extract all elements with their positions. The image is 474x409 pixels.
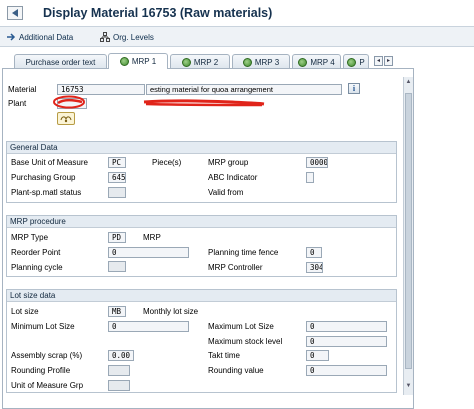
- title-bar: Display Material 16753 (Raw materials): [0, 0, 474, 27]
- base-uom-text: Piece(s): [152, 158, 182, 167]
- plant-label: Plant: [8, 99, 27, 108]
- rounding-profile-label: Rounding Profile: [11, 366, 71, 375]
- back-arrow-icon[interactable]: [7, 6, 23, 20]
- mrp-procedure-group: MRP procedure: [6, 215, 397, 277]
- rounding-value-field[interactable]: 0: [306, 365, 387, 376]
- mrp-controller-field[interactable]: 304: [306, 262, 323, 273]
- group-title: General Data: [7, 142, 396, 154]
- group-title: MRP procedure: [7, 216, 396, 228]
- org-structure-icon: [100, 32, 110, 42]
- max-stock-level-field[interactable]: 0: [306, 336, 387, 347]
- rounding-profile-field[interactable]: [108, 365, 130, 376]
- tab-label: MRP 3: [254, 57, 280, 67]
- tab-strip: Purchase order text MRP 1 MRP 2 MRP 3 MR…: [0, 52, 474, 69]
- max-lot-size-field[interactable]: 0: [306, 321, 387, 332]
- planning-cycle-field[interactable]: [108, 261, 126, 272]
- tab-scroll-right-button[interactable]: ▸: [384, 56, 393, 66]
- org-levels-label: Org. Levels: [113, 32, 154, 42]
- tab-label: P: [359, 57, 365, 67]
- green-ball-icon: [119, 57, 129, 66]
- base-uom-field[interactable]: PC: [108, 157, 126, 168]
- lot-size-text: Monthly lot size: [143, 307, 199, 316]
- additional-data-button[interactable]: Additional Data: [6, 30, 73, 44]
- assembly-scrap-field[interactable]: 0.00: [108, 350, 134, 361]
- tab-mrp-3[interactable]: MRP 3: [232, 54, 290, 69]
- page-title: Display Material 16753 (Raw materials): [43, 6, 273, 20]
- mrp-type-text: MRP: [143, 233, 161, 242]
- tab-label: MRP 2: [193, 57, 219, 67]
- mrp-type-label: MRP Type: [11, 233, 49, 242]
- base-uom-label: Base Unit of Measure: [11, 158, 88, 167]
- plant-sp-status-field[interactable]: [108, 187, 126, 198]
- takt-time-label: Takt time: [208, 351, 241, 360]
- group-title: Lot size data: [7, 290, 396, 302]
- lot-size-field[interactable]: MB: [108, 306, 126, 317]
- green-ball-icon: [181, 57, 191, 67]
- green-ball-icon: [298, 57, 308, 67]
- scrollbar-thumb[interactable]: [405, 93, 412, 369]
- max-stock-level-label: Maximum stock level: [208, 337, 283, 346]
- planning-time-fence-label: Planning time fence: [208, 248, 279, 257]
- mrp-controller-label: MRP Controller: [208, 263, 263, 272]
- takt-time-field[interactable]: 0: [306, 350, 329, 361]
- material-description-field[interactable]: esting material for quoa arrangement: [146, 84, 342, 95]
- abc-indicator-field[interactable]: [306, 172, 314, 183]
- assembly-scrap-label: Assembly scrap (%): [11, 351, 83, 360]
- value-help-icon[interactable]: [57, 112, 75, 125]
- purchasing-group-label: Purchasing Group: [11, 173, 76, 182]
- tab-p-truncated[interactable]: P: [343, 54, 369, 69]
- material-label: Material: [8, 85, 37, 94]
- tab-scroll-left-button[interactable]: ◂: [374, 56, 383, 66]
- uom-group-field[interactable]: [108, 380, 130, 391]
- material-field[interactable]: 16753: [57, 84, 145, 95]
- mrp-group-label: MRP group: [208, 158, 249, 167]
- tab-mrp-4[interactable]: MRP 4: [292, 54, 341, 69]
- tab-label: MRP 1: [131, 57, 157, 66]
- tab-mrp-2[interactable]: MRP 2: [170, 54, 230, 69]
- plant-field[interactable]: [57, 98, 87, 109]
- application-toolbar: Additional Data Org. Levels: [0, 27, 474, 47]
- green-ball-icon: [242, 57, 252, 67]
- min-lot-size-label: Minimum Lot Size: [11, 322, 75, 331]
- lot-size-label: Lot size: [11, 307, 39, 316]
- arrow-right-icon: [7, 33, 16, 41]
- min-lot-size-field[interactable]: 0: [108, 321, 189, 332]
- max-lot-size-label: Maximum Lot Size: [208, 322, 274, 331]
- mrp-type-field[interactable]: PD: [108, 232, 126, 243]
- reorder-point-field[interactable]: 0: [108, 247, 189, 258]
- uom-group-label: Unit of Measure Grp: [11, 381, 84, 390]
- plant-sp-status-label: Plant-sp.matl status: [11, 188, 82, 197]
- info-icon[interactable]: i: [348, 83, 360, 94]
- vertical-scrollbar[interactable]: ▲ ▼: [403, 77, 413, 395]
- scroll-up-icon[interactable]: ▲: [405, 79, 412, 88]
- tab-label: MRP 4: [310, 57, 335, 67]
- reorder-point-label: Reorder Point: [11, 248, 61, 257]
- valid-from-label: Valid from: [208, 188, 244, 197]
- purchasing-group-field[interactable]: 645: [108, 172, 126, 183]
- rounding-value-label: Rounding value: [208, 366, 264, 375]
- planning-cycle-label: Planning cycle: [11, 263, 63, 272]
- abc-indicator-label: ABC Indicator: [208, 173, 258, 182]
- planning-time-fence-field[interactable]: 0: [306, 247, 322, 258]
- additional-data-label: Additional Data: [19, 32, 74, 42]
- mrp-group-field[interactable]: 0000: [306, 157, 328, 168]
- green-ball-icon: [347, 57, 357, 67]
- scroll-down-icon[interactable]: ▼: [405, 383, 412, 392]
- tab-label: Purchase order text: [25, 57, 96, 67]
- org-levels-button[interactable]: Org. Levels: [100, 30, 154, 44]
- tab-purchase-order-text[interactable]: Purchase order text: [14, 54, 107, 69]
- tab-mrp-1[interactable]: MRP 1: [108, 53, 168, 69]
